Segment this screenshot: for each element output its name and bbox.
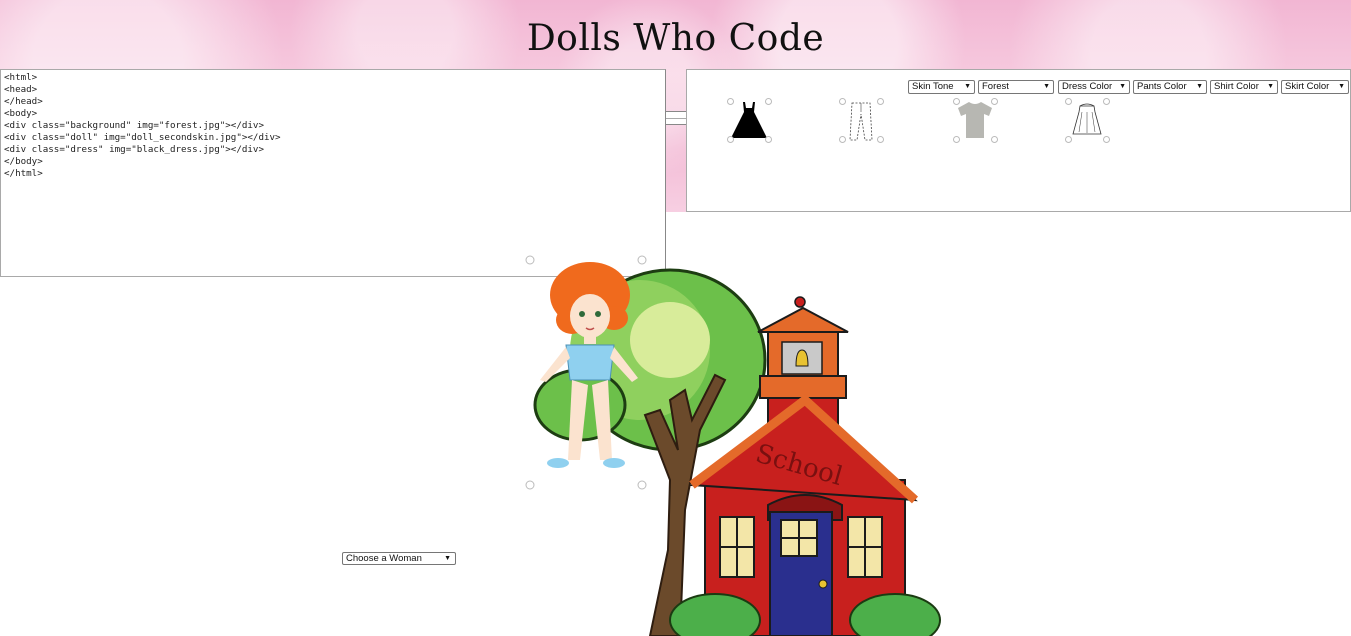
shirt-color-select-value: Shirt Color bbox=[1214, 81, 1259, 92]
dress-color-select-value: Dress Color bbox=[1062, 81, 1113, 92]
resize-handle[interactable] bbox=[727, 98, 734, 105]
resize-handle[interactable] bbox=[839, 136, 846, 143]
skin-tone-select[interactable]: Skin Tone ▼ bbox=[908, 80, 975, 94]
chevron-down-icon: ▼ bbox=[964, 83, 971, 90]
skirt-color-select-value: Skirt Color bbox=[1285, 81, 1330, 92]
resize-handle[interactable] bbox=[727, 136, 734, 143]
wardrobe-item-dress[interactable] bbox=[727, 98, 772, 144]
resize-handle[interactable] bbox=[839, 98, 846, 105]
chevron-down-icon: ▼ bbox=[1196, 83, 1203, 90]
chevron-down-icon: ▼ bbox=[1119, 83, 1126, 90]
code-text[interactable]: <html> <head> </head> <body> <div class=… bbox=[1, 70, 665, 182]
code-line: <body> bbox=[4, 108, 38, 119]
school-scene-illustration: School bbox=[525, 255, 941, 636]
resize-handle[interactable] bbox=[877, 98, 884, 105]
code-line: </body> bbox=[4, 156, 43, 167]
shirt-color-select[interactable]: Shirt Color ▼ bbox=[1210, 80, 1278, 94]
resize-handle[interactable] bbox=[991, 98, 998, 105]
code-line: <head> bbox=[4, 84, 38, 95]
resize-handle[interactable] bbox=[953, 136, 960, 143]
doll-stage: School bbox=[520, 250, 950, 636]
code-line: <html> bbox=[4, 72, 38, 83]
code-line: <div class="background" img="forest.jpg"… bbox=[4, 120, 264, 131]
background-select[interactable]: Forest ▼ bbox=[978, 80, 1054, 94]
chevron-down-icon: ▼ bbox=[1267, 83, 1274, 90]
resize-handle[interactable] bbox=[765, 136, 772, 143]
wardrobe-panel: Skin Tone ▼ Forest ▼ Dress Color ▼ Pants Co… bbox=[686, 69, 1351, 212]
resize-handle[interactable] bbox=[765, 98, 772, 105]
skirt-color-select[interactable]: Skirt Color ▼ bbox=[1281, 80, 1349, 94]
background-select-value: Forest bbox=[982, 81, 1009, 92]
resize-handle[interactable] bbox=[1103, 98, 1110, 105]
code-line: <div class="dress" img="black_dress.jpg"… bbox=[4, 144, 264, 155]
skin-tone-select-value: Skin Tone bbox=[912, 81, 954, 92]
resize-handle[interactable] bbox=[1065, 98, 1072, 105]
wardrobe-item-pants[interactable] bbox=[839, 98, 884, 144]
chevron-down-icon: ▼ bbox=[1338, 83, 1345, 90]
code-editor[interactable]: <html> <head> </head> <body> <div class=… bbox=[0, 69, 666, 277]
choose-woman-select[interactable]: Choose a Woman ▼ bbox=[342, 552, 456, 565]
panel-divider-line bbox=[666, 118, 686, 119]
chevron-down-icon: ▼ bbox=[444, 555, 451, 562]
site-title: Dolls Who Code bbox=[526, 18, 825, 59]
dress-color-select[interactable]: Dress Color ▼ bbox=[1058, 80, 1130, 94]
resize-handle[interactable] bbox=[991, 136, 998, 143]
code-line: </html> bbox=[4, 168, 43, 179]
resize-handle[interactable] bbox=[1065, 136, 1072, 143]
resize-handle[interactable] bbox=[1103, 136, 1110, 143]
wardrobe-item-skirt[interactable] bbox=[1065, 98, 1110, 144]
resize-handle[interactable] bbox=[953, 98, 960, 105]
choose-woman-select-value: Choose a Woman bbox=[346, 553, 422, 564]
pants-color-select[interactable]: Pants Color ▼ bbox=[1133, 80, 1207, 94]
resize-handle[interactable] bbox=[877, 136, 884, 143]
code-line: <div class="doll" img="doll_secondskin.j… bbox=[4, 132, 281, 143]
code-line: </head> bbox=[4, 96, 43, 107]
wardrobe-item-shirt[interactable] bbox=[953, 98, 998, 144]
chevron-down-icon: ▼ bbox=[1043, 83, 1050, 90]
pants-color-select-value: Pants Color bbox=[1137, 81, 1187, 92]
